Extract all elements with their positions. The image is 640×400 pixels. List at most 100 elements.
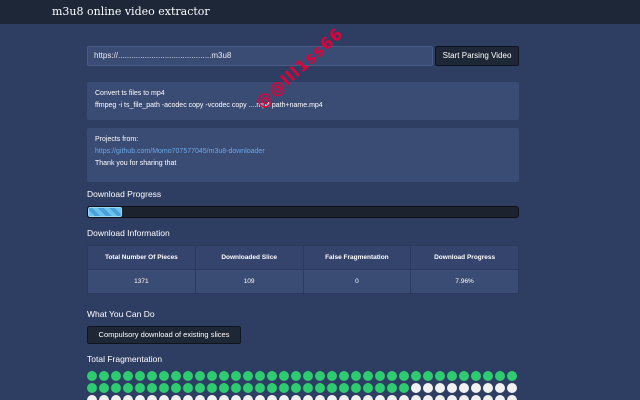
fragment-dot bbox=[483, 395, 493, 400]
fragment-dot bbox=[315, 371, 325, 381]
fragment-dot bbox=[99, 371, 109, 381]
fragment-dot bbox=[87, 383, 97, 393]
fragment-dot bbox=[171, 395, 181, 400]
fragment-dot bbox=[387, 371, 397, 381]
fragment-dot bbox=[159, 395, 169, 400]
col-total-pieces: Total Number Of Pieces bbox=[87, 245, 196, 270]
fragment-dot bbox=[195, 383, 205, 393]
total-pieces-value: 1371 bbox=[87, 269, 196, 294]
fragment-dot bbox=[123, 383, 133, 393]
fragment-dot bbox=[303, 383, 313, 393]
fragment-dot bbox=[435, 383, 445, 393]
fragment-dot bbox=[351, 395, 361, 400]
fragment-dot bbox=[171, 383, 181, 393]
fragment-dot bbox=[303, 371, 313, 381]
m3u8-url-input[interactable]: https://................................… bbox=[87, 46, 433, 66]
fragment-dot bbox=[87, 395, 97, 400]
fragment-dot bbox=[375, 383, 385, 393]
download-info-table: Total Number Of Pieces Downloaded Slice … bbox=[87, 245, 519, 294]
github-link[interactable]: https://github.com/Momo707577045/m3u8-do… bbox=[95, 148, 265, 155]
fragment-dot bbox=[99, 383, 109, 393]
fragment-dot bbox=[279, 371, 289, 381]
fragment-dot bbox=[111, 383, 121, 393]
fragment-dot bbox=[255, 383, 265, 393]
fragment-dot bbox=[435, 371, 445, 381]
fragment-dot bbox=[291, 395, 301, 400]
fragment-dot bbox=[327, 371, 337, 381]
fragment-dot bbox=[267, 395, 277, 400]
fragment-dot bbox=[267, 371, 277, 381]
fragment-dot bbox=[279, 395, 289, 400]
fragment-dot bbox=[195, 371, 205, 381]
download-progress-value: 7.96% bbox=[410, 269, 519, 294]
fragment-dot bbox=[339, 395, 349, 400]
fragment-dot bbox=[471, 395, 481, 400]
fragment-dot bbox=[207, 395, 217, 400]
progress-fill bbox=[88, 207, 123, 217]
table-header-row: Total Number Of Pieces Downloaded Slice … bbox=[87, 245, 519, 270]
fragment-dot bbox=[351, 371, 361, 381]
fragment-dot bbox=[243, 383, 253, 393]
fragment-dot bbox=[375, 371, 385, 381]
fragment-dot bbox=[123, 395, 133, 400]
fragment-dot bbox=[495, 395, 505, 400]
fragment-dot bbox=[411, 383, 421, 393]
fragment-dot bbox=[423, 395, 433, 400]
fragment-dot bbox=[111, 371, 121, 381]
fragment-dot bbox=[387, 395, 397, 400]
download-progress-heading: Download Progress bbox=[87, 189, 162, 199]
fragment-dot bbox=[255, 371, 265, 381]
app-title: m3u8 online video extractor bbox=[52, 5, 210, 18]
col-false-fragmentation: False Fragmentation bbox=[302, 245, 412, 270]
fragment-dot bbox=[363, 395, 373, 400]
fragment-dot bbox=[243, 371, 253, 381]
fragment-dot bbox=[459, 383, 469, 393]
fragment-dot bbox=[195, 395, 205, 400]
fragment-dot bbox=[411, 371, 421, 381]
fragment-dot bbox=[111, 395, 121, 400]
fragment-dot bbox=[123, 371, 133, 381]
fragment-dot bbox=[423, 371, 433, 381]
fragment-dot bbox=[303, 395, 313, 400]
fragment-dot bbox=[459, 395, 469, 400]
fragment-dot bbox=[339, 371, 349, 381]
fragment-dot bbox=[219, 371, 229, 381]
fragment-dot bbox=[375, 395, 385, 400]
fragment-dot bbox=[363, 371, 373, 381]
fragment-dot bbox=[135, 371, 145, 381]
fragment-dot bbox=[219, 383, 229, 393]
fragment-dot bbox=[207, 383, 217, 393]
fragment-dot bbox=[483, 371, 493, 381]
compulsory-download-button[interactable]: Compulsory download of existing slices bbox=[87, 326, 241, 344]
fragment-dot bbox=[207, 371, 217, 381]
fragment-dot bbox=[471, 383, 481, 393]
thanks-text: Thank you for sharing that bbox=[95, 160, 177, 167]
fragment-dot bbox=[99, 395, 109, 400]
top-bar: m3u8 online video extractor bbox=[0, 0, 640, 24]
fragment-dot bbox=[459, 371, 469, 381]
what-you-can-do-heading: What You Can Do bbox=[87, 309, 155, 319]
fragment-dot bbox=[399, 371, 409, 381]
col-downloaded-slice: Downloaded Slice bbox=[194, 245, 304, 270]
convert-instructions-panel: Convert ts files to mp4 ffmpeg -i ts_fil… bbox=[87, 82, 519, 120]
fragment-dot bbox=[447, 395, 457, 400]
url-row: https://................................… bbox=[87, 46, 519, 66]
fragment-dot bbox=[351, 383, 361, 393]
fragment-dot bbox=[291, 383, 301, 393]
fragment-dot bbox=[147, 371, 157, 381]
start-parsing-button[interactable]: Start Parsing Video bbox=[435, 46, 519, 66]
fragment-dot bbox=[447, 371, 457, 381]
fragment-dot bbox=[399, 395, 409, 400]
fragment-dot bbox=[471, 371, 481, 381]
fragmentation-grid bbox=[87, 371, 519, 400]
fragment-dot bbox=[231, 383, 241, 393]
download-progress-bar bbox=[87, 206, 519, 218]
fragment-dot bbox=[411, 395, 421, 400]
fragment-dot bbox=[483, 383, 493, 393]
fragment-dot bbox=[495, 371, 505, 381]
downloaded-slice-value: 109 bbox=[194, 269, 304, 294]
ffmpeg-command: ffmpeg -i ts_file_path -acodec copy -vco… bbox=[95, 102, 323, 109]
fragment-dot bbox=[231, 395, 241, 400]
fragment-dot bbox=[327, 383, 337, 393]
projects-from-label: Projects from: bbox=[95, 136, 139, 143]
